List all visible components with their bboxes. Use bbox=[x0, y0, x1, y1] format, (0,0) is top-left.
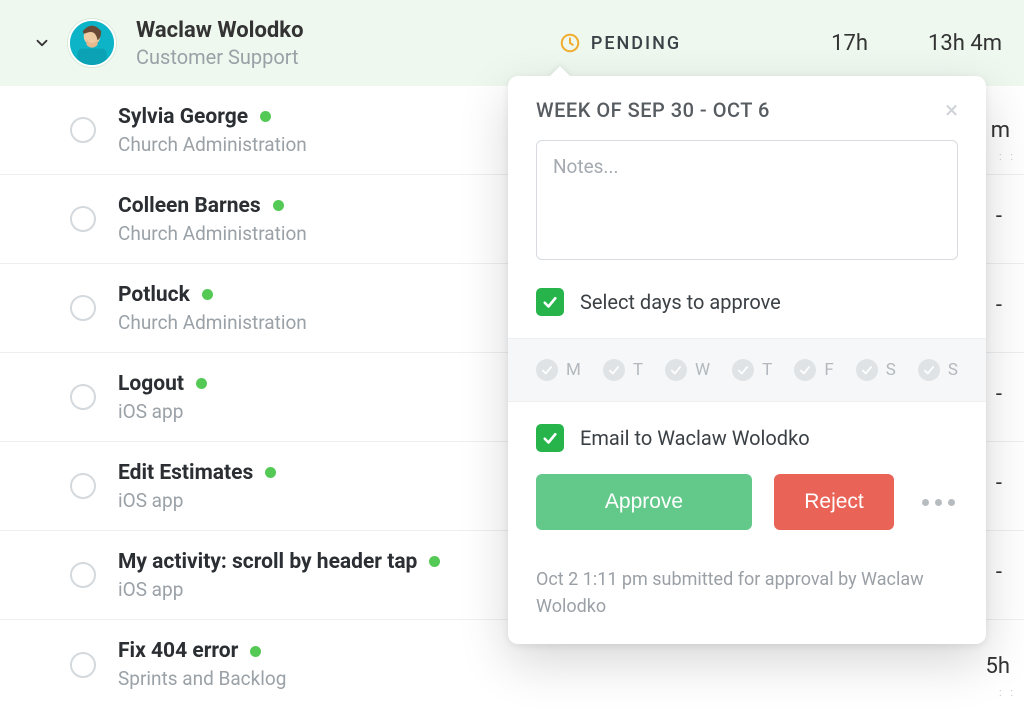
row-empty-dash: - bbox=[996, 204, 1002, 229]
task-title: Fix 404 error bbox=[118, 639, 238, 663]
popover-title: WEEK OF SEP 30 - OCT 6 bbox=[536, 98, 770, 122]
day-label: M bbox=[566, 360, 581, 380]
task-complete-toggle[interactable] bbox=[70, 295, 96, 321]
day-label: S bbox=[886, 360, 896, 380]
day-label: T bbox=[762, 360, 772, 380]
task-title: Edit Estimates bbox=[118, 461, 253, 485]
task-project: Church Administration bbox=[118, 133, 307, 156]
status-dot-icon bbox=[196, 378, 207, 389]
user-name: Waclaw Wolodko bbox=[136, 18, 303, 43]
status-label: PENDING bbox=[591, 33, 681, 54]
popover-footer-text: Oct 2 1:11 pm submitted for approval by … bbox=[508, 550, 986, 644]
task-project: iOS app bbox=[118, 489, 276, 512]
approve-button[interactable]: Approve bbox=[536, 474, 752, 530]
row-time-value: 5h bbox=[986, 654, 1010, 679]
status-dot-icon bbox=[273, 200, 284, 211]
day-toggle[interactable]: S bbox=[918, 359, 958, 381]
email-user-label: Email to Waclaw Wolodko bbox=[580, 426, 810, 450]
day-toggle[interactable]: T bbox=[732, 359, 772, 381]
email-user-checkbox[interactable] bbox=[536, 424, 564, 452]
pending-clock-icon bbox=[559, 32, 581, 54]
select-days-checkbox[interactable] bbox=[536, 288, 564, 316]
status-dot-icon bbox=[202, 289, 213, 300]
task-title: Colleen Barnes bbox=[118, 194, 261, 218]
row-empty-dash: - bbox=[996, 293, 1002, 318]
day-label: S bbox=[948, 360, 958, 380]
day-toggle[interactable]: S bbox=[856, 359, 896, 381]
task-title: Sylvia George bbox=[118, 105, 248, 129]
header-hours-1: 17h bbox=[831, 31, 868, 56]
task-project: Church Administration bbox=[118, 222, 307, 245]
status-dot-icon bbox=[250, 646, 261, 657]
task-project: iOS app bbox=[118, 400, 207, 423]
task-title: Potluck bbox=[118, 283, 190, 307]
approval-popover: WEEK OF SEP 30 - OCT 6 × Select days to … bbox=[508, 76, 986, 644]
row-empty-dash: - bbox=[996, 560, 1002, 585]
user-role: Customer Support bbox=[136, 45, 303, 69]
select-days-label: Select days to approve bbox=[580, 290, 781, 314]
task-title: Logout bbox=[118, 372, 184, 396]
task-complete-toggle[interactable] bbox=[70, 384, 96, 410]
status-dot-icon bbox=[265, 467, 276, 478]
row-empty-dash: - bbox=[996, 471, 1002, 496]
user-header-row: Waclaw Wolodko Customer Support PENDING … bbox=[0, 0, 1024, 86]
day-toggle[interactable]: F bbox=[794, 359, 833, 381]
task-project: Sprints and Backlog bbox=[118, 667, 286, 690]
task-project: iOS app bbox=[118, 578, 440, 601]
close-icon[interactable]: × bbox=[945, 98, 958, 122]
task-complete-toggle[interactable] bbox=[70, 117, 96, 143]
day-selector-row: M T W T F S S bbox=[508, 338, 986, 402]
task-complete-toggle[interactable] bbox=[70, 652, 96, 678]
drag-handle-icon[interactable]: : : bbox=[999, 150, 1016, 163]
expand-chevron-icon[interactable] bbox=[30, 31, 54, 55]
row-time-partial: m bbox=[991, 118, 1010, 143]
status-dot-icon bbox=[429, 556, 440, 567]
day-toggle[interactable]: W bbox=[665, 359, 710, 381]
day-label: W bbox=[695, 360, 710, 380]
more-actions-icon[interactable] bbox=[922, 499, 955, 506]
day-label: F bbox=[824, 360, 833, 380]
day-label: T bbox=[633, 360, 643, 380]
task-project: Church Administration bbox=[118, 311, 307, 334]
avatar[interactable] bbox=[68, 19, 116, 67]
drag-handle-icon[interactable]: : : bbox=[999, 686, 1016, 699]
task-complete-toggle[interactable] bbox=[70, 206, 96, 232]
task-complete-toggle[interactable] bbox=[70, 473, 96, 499]
reject-button[interactable]: Reject bbox=[774, 474, 894, 530]
header-hours-2: 13h 4m bbox=[928, 31, 1002, 56]
task-complete-toggle[interactable] bbox=[70, 562, 96, 588]
day-toggle[interactable]: M bbox=[536, 359, 581, 381]
row-empty-dash: - bbox=[996, 382, 1002, 407]
day-toggle[interactable]: T bbox=[603, 359, 643, 381]
task-title: My activity: scroll by header tap bbox=[118, 550, 417, 574]
notes-textarea[interactable] bbox=[536, 140, 958, 260]
status-dot-icon bbox=[260, 111, 271, 122]
